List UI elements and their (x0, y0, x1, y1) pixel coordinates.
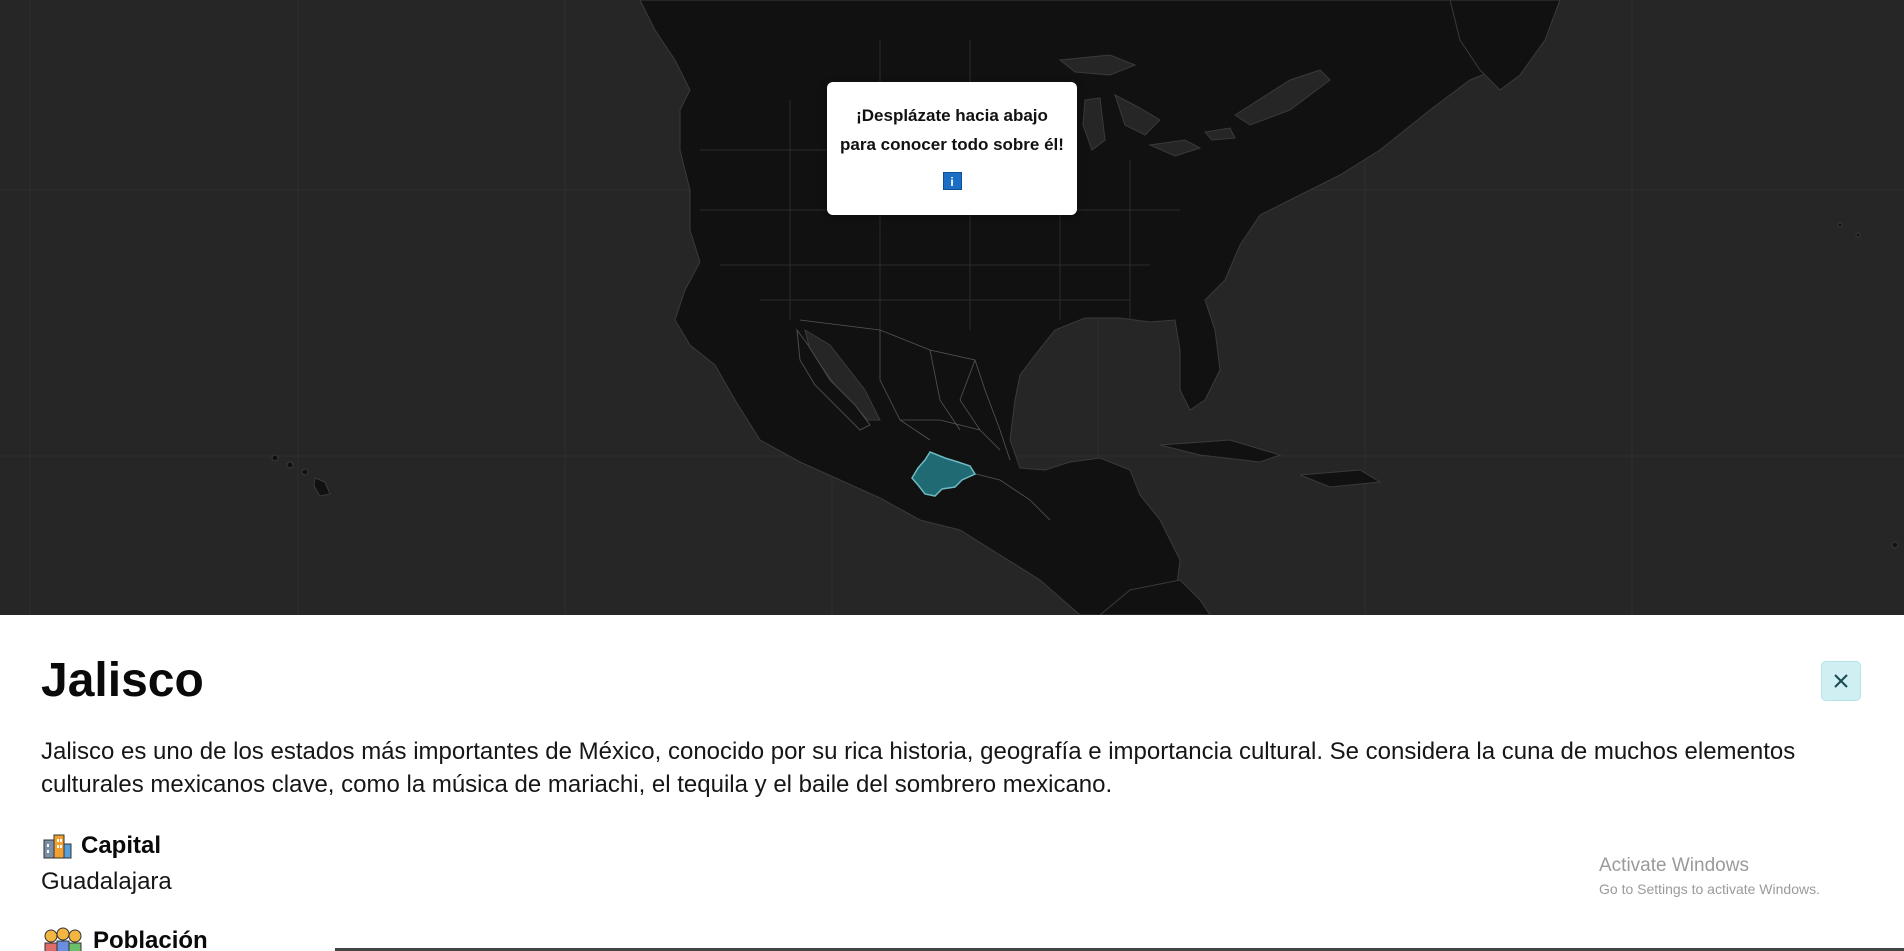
info-icon[interactable]: i (942, 172, 962, 190)
fact-title-population: Población (41, 927, 208, 951)
state-info-panel: Jalisco Jalisco es uno de los estados má… (0, 615, 1904, 951)
atlantic-islands (1837, 222, 1899, 549)
watermark-subtitle: Go to Settings to activate Windows. (1599, 881, 1820, 897)
popup-message-line-1: ¡Desplázate hacia abajo (856, 106, 1048, 125)
fact-title-capital: Capital (41, 832, 161, 860)
fact-label: Población (93, 927, 208, 951)
city-icon (41, 832, 73, 860)
state-title: Jalisco (41, 654, 204, 707)
watermark-title: Activate Windows (1599, 855, 1749, 876)
map-popup: ¡Desplázate hacia abajo para conocer tod… (827, 82, 1077, 215)
windows-activation-watermark: Activate Windows Go to Settings to activ… (1599, 855, 1820, 897)
state-description: Jalisco es uno de los estados más import… (41, 738, 1796, 798)
app-root: ¡Desplázate hacia abajo para conocer tod… (0, 0, 1904, 951)
close-icon (1834, 674, 1848, 688)
fact-value-capital: Guadalajara (41, 868, 172, 895)
hawaii-islands (271, 454, 331, 497)
north-america-land (639, 0, 1531, 615)
close-button[interactable] (1821, 661, 1861, 701)
popup-message-line-2: para conocer todo sobre él! (840, 135, 1064, 154)
people-icon (41, 927, 85, 951)
fact-label: Capital (81, 832, 162, 859)
